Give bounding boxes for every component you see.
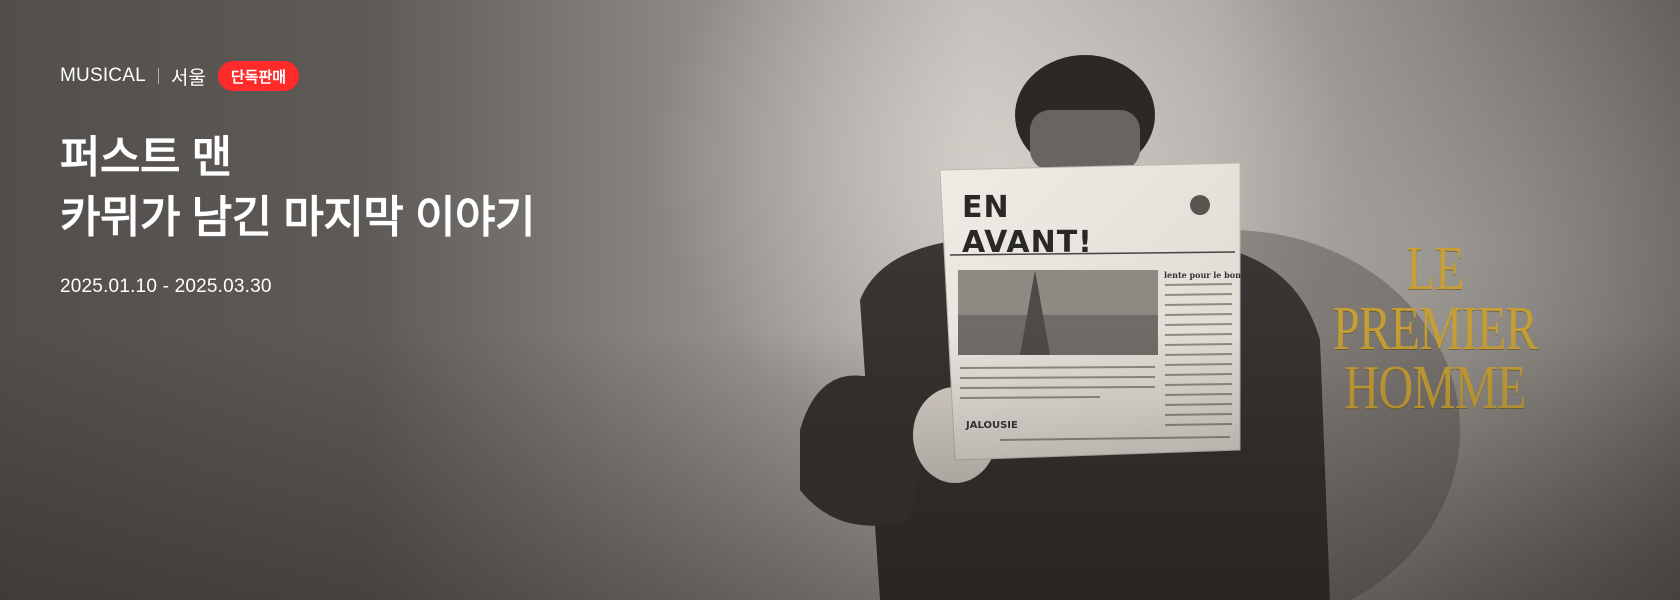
meta-divider xyxy=(157,68,159,84)
show-title-logo-line2: HOMME xyxy=(1344,354,1526,423)
title-line-2: 카뮈가 남긴 마지막 이야기 xyxy=(60,193,535,242)
region-label: 서울 xyxy=(170,67,206,89)
performance-dates: 2025.01.10 - 2025.03.30 xyxy=(60,276,272,297)
banner-info: MUSICAL 서울 단독판매 퍼스트 맨 카뮈가 남긴 마지막 이야기 202… xyxy=(60,60,535,298)
page-title[interactable]: 퍼스트 맨 카뮈가 남긴 마지막 이야기 xyxy=(60,128,535,248)
genre-label: MUSICAL xyxy=(60,65,146,86)
title-line-1: 퍼스트 맨 xyxy=(60,133,232,182)
newspaper-column-head: lente pour le bonheur xyxy=(1164,270,1262,280)
meta-row: MUSICAL 서울 단독판매 xyxy=(60,60,535,92)
show-title-logo-line1: LE PREMIER xyxy=(1332,235,1538,363)
show-title-logo: LE PREMIER HOMME xyxy=(1306,235,1563,423)
hero-banner[interactable]: EN AVANT! lente pour le bonheur JALOUSIE… xyxy=(0,0,1680,600)
newspaper-masthead: EN AVANT! xyxy=(962,190,1093,260)
exclusive-sale-badge: 단독판매 xyxy=(217,61,300,91)
newspaper-headline: JALOUSIE xyxy=(966,420,1018,431)
